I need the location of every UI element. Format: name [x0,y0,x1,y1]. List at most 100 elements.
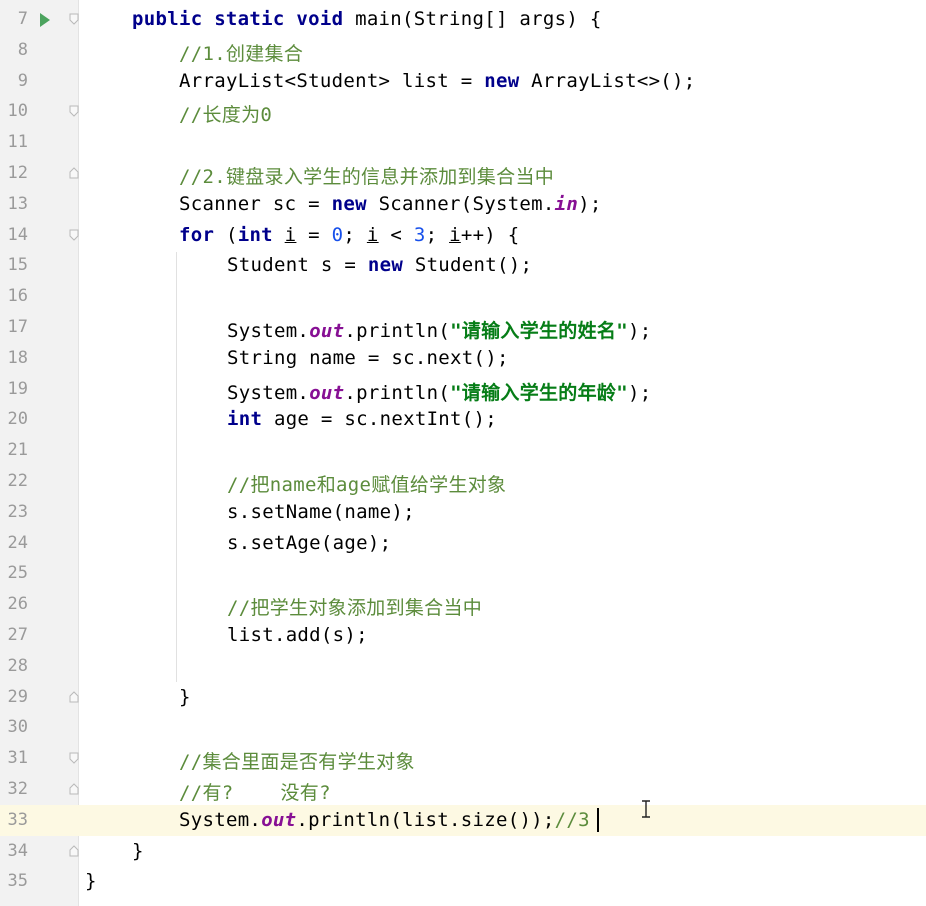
indent-guide [176,252,177,682]
line-number: 16 [7,286,28,307]
code-line[interactable]: 34} [0,835,926,867]
gutter-cell: 17 [0,312,78,343]
code-text[interactable]: //有? 没有? [179,778,331,805]
code-line[interactable]: 26 //把学生对象添加到集合当中 [0,589,926,620]
code-line[interactable]: 14 for (int i = 0; i < 3; i++) { [0,219,926,251]
code-line[interactable]: 31 //集合里面是否有学生对象 [0,743,926,774]
code-text[interactable]: //1.创建集合 [179,39,303,66]
code-line[interactable]: 27 list.add(s); [0,620,926,651]
run-icon[interactable] [40,13,50,27]
code-text[interactable]: public static void main(String[] args) { [132,8,602,30]
fold-open-icon[interactable] [69,752,79,764]
code-text[interactable]: Scanner sc = new Scanner(System.in); [179,193,602,215]
code-text[interactable]: } [179,686,191,708]
code-text[interactable]: System.out.println("请输入学生的姓名"); [227,316,651,343]
code-line[interactable]: 22 //把name和age赋值给学生对象 [0,466,926,497]
code-line[interactable]: 20 int age = sc.nextInt(); [0,404,926,436]
line-number: 28 [7,655,28,676]
code-line[interactable]: 15 Student s = new Student(); [0,250,926,282]
code-text[interactable]: list.add(s); [227,624,368,646]
code-line[interactable]: 29} [0,681,926,713]
line-number: 14 [7,224,28,245]
gutter-cell: 15 [0,250,78,282]
code-line[interactable]: 19 System.out.println("请输入学生的年龄"); [0,373,926,405]
code-comment: //有? 没有? [179,782,331,804]
code-token: out [309,381,345,404]
fold-close-icon[interactable] [69,783,79,795]
code-line[interactable]: 33 System.out.println(list.size());//3 [0,804,926,836]
gutter-cell: 26 [0,589,78,620]
code-text[interactable]: } [132,840,144,862]
code-line[interactable]: 24 s.setAge(age); [0,527,926,559]
code-line[interactable]: 32 //有? 没有? [0,774,926,805]
code-line[interactable]: 10 //长度为0 [0,96,926,128]
code-text[interactable]: //长度为0 [179,100,272,127]
code-text[interactable]: ArrayList<Student> list = new ArrayList<… [179,70,696,92]
code-text[interactable]: System.out.println("请输入学生的年龄"); [227,378,651,405]
line-number: 8 [17,39,28,60]
fold-close-icon[interactable] [69,167,79,179]
gutter-cell: 32 [0,774,79,805]
code-text[interactable]: //2.键盘录入学生的信息并添加到集合当中 [179,162,554,189]
text-caret [597,808,599,832]
line-number: 22 [7,471,28,491]
code-line[interactable]: 21 [0,435,926,466]
code-text[interactable]: for (int i = 0; i < 3; i++) { [179,224,520,246]
code-keyword: int [227,408,263,431]
code-token: ( [214,223,238,246]
code-token: ++) { [460,223,520,246]
code-line[interactable]: 25 [0,558,926,590]
line-number: 15 [7,255,28,276]
code-line[interactable]: 18 String name = sc.next(); [0,342,926,374]
gutter-cell: 12 [0,158,79,189]
line-number: 30 [7,717,28,738]
line-number: 27 [7,625,28,645]
code-line[interactable]: 28 [0,650,926,682]
line-number: 24 [7,532,28,553]
code-text[interactable]: } [85,870,97,892]
code-line[interactable]: 7 public static void main(String[] args) … [0,4,926,35]
code-token: s.setAge(age); [227,531,392,554]
fold-open-icon[interactable] [69,13,79,25]
code-token: Scanner sc = [179,192,332,215]
code-text[interactable]: int age = sc.nextInt(); [227,408,497,430]
code-comment: //长度为0 [179,104,273,127]
gutter-cell: 21 [0,435,78,466]
code-token: .println( [344,381,451,404]
line-number: 21 [7,440,28,461]
code-line[interactable]: 23 s.setName(name); [0,496,926,528]
code-text[interactable]: System.out.println(list.size());//3 [179,809,590,831]
line-number: 18 [7,347,28,368]
code-line[interactable]: 13 Scanner sc = new Scanner(System.in); [0,188,926,220]
code-token: 3 [413,223,426,246]
code-line[interactable]: 30 [0,712,926,744]
code-text[interactable]: s.setAge(age); [227,532,391,554]
gutter-cell: 22 [0,466,78,497]
fold-close-icon[interactable] [69,844,79,857]
fold-close-icon[interactable] [69,690,79,703]
code-token: System. [227,320,310,342]
code-line[interactable]: 11 [0,127,926,158]
code-text[interactable]: //把学生对象添加到集合当中 [227,593,482,620]
code-token: ArrayList<Student> list = [179,69,485,92]
code-text[interactable]: //集合里面是否有学生对象 [179,747,415,774]
code-text[interactable]: String name = sc.next(); [227,347,509,369]
code-text[interactable]: s.setName(name); [227,501,415,523]
gutter-cell: 33 [0,804,78,836]
gutter-cell: 7 [0,4,79,35]
code-token: } [179,685,191,708]
code-line[interactable]: 17 System.out.println("请输入学生的姓名"); [0,312,926,343]
gutter-cell: 34 [0,835,79,867]
code-line[interactable]: 8 //1.创建集合 [0,34,926,66]
fold-open-icon[interactable] [69,105,79,118]
code-editor[interactable]: 7 public static void main(String[] args) … [0,0,926,906]
code-line[interactable]: 9 ArrayList<Student> list = new ArrayList… [0,65,926,97]
line-number: 26 [7,594,28,615]
code-text[interactable]: Student s = new Student(); [227,254,532,276]
code-text[interactable]: //把name和age赋值给学生对象 [227,470,506,497]
fold-open-icon[interactable] [69,229,79,241]
code-line[interactable]: 16 [0,281,926,312]
code-line[interactable]: 35} [0,866,926,898]
code-line[interactable]: 12 //2.键盘录入学生的信息并添加到集合当中 [0,158,926,189]
